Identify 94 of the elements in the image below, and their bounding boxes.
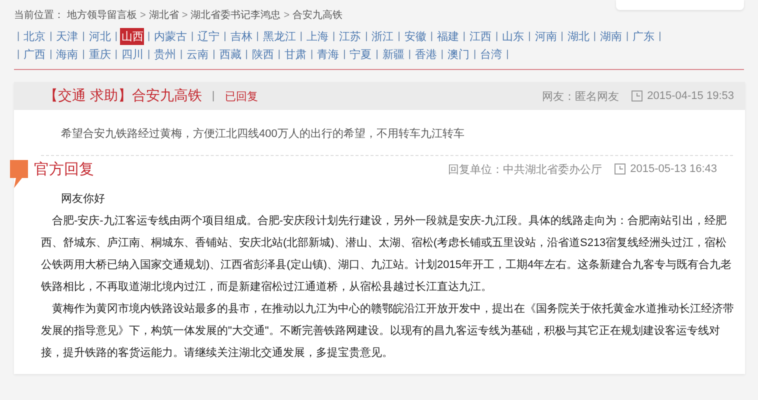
breadcrumb-separator: > [182,10,188,20]
nav-separator: | [212,48,216,60]
nav-separator: | [407,48,412,60]
nav-separator: | [179,48,184,60]
nav-separator: | [276,48,282,60]
title-separator: | [212,90,215,102]
region-tab[interactable]: 四川 [120,46,144,62]
region-tab[interactable]: 贵州 [153,46,178,62]
status-label: 已回复 [224,90,258,104]
region-tab[interactable]: 甘肃 [283,46,308,62]
search-field[interactable] [616,0,744,10]
nav-separator: | [146,30,152,42]
region-tab[interactable]: 吉林 [229,28,254,44]
region-tab[interactable]: 广东 [632,28,656,44]
reply-title: 官方回复 [34,160,94,178]
region-tab[interactable]: 河北 [88,28,112,44]
region-tab[interactable]: 宁夏 [348,46,373,62]
nav-separator: | [374,48,380,60]
region-tab[interactable]: 江苏 [338,28,362,44]
region-tab[interactable]: 福建 [436,28,460,44]
nav-separator: | [244,48,249,60]
reply-paragraph: 合肥-安庆-九江客运专线由两个项目组成。合肥-安庆段计划先行建设，另外一段就是安庆-九江段。具体的线路走向为：合肥南站引出，经肥西、舒城东、庐江南、桐城东、香铺站、安庆北站(北部新城)、潜山、太湖、宿松(考虑长铺或五里设站，沿省道S213宿复线经洲头过江，宿松公铁两用大桥已纳入国家交通规划)、江西省彭泽县(定山镇)、湖口、九江站。计划2015年开工，工期4年左右。这条新建合九客专与既有合九老铁路相比，不再取道湖北境内过江，而是新建宿松过江通道桥，从宿松县越过长江直达九江。 [41,214,733,295]
nav-separator: | [505,48,510,60]
region-tab[interactable]: 内蒙古 [153,28,188,44]
reply-time: 2015-05-13 16:43 [630,163,717,175]
region-tab[interactable]: 香港 [414,46,438,62]
nav-separator: | [309,48,314,60]
nav-separator: | [81,48,86,60]
nav-separator: | [146,48,152,60]
region-tab[interactable]: 西藏 [218,46,242,62]
region-tab[interactable]: 黑龙江 [262,28,297,44]
nav-separator: | [255,30,260,42]
breadcrumb-link[interactable]: 合安九高铁 [292,8,343,22]
nav-separator: | [48,30,54,42]
nav-separator: | [462,30,467,42]
question-text: 希望合安九铁路经过黄梅，方便江北四线400万人的出行的希望，不用转车九江转车 [60,126,466,142]
question-time: 2015-04-15 19:53 [647,90,734,102]
clock-icon [614,163,626,175]
region-tab[interactable]: 澳门 [446,46,471,62]
nav-separator: | [222,30,228,42]
region-tab[interactable]: 云南 [186,46,210,62]
nav-separator: | [190,30,195,42]
quote-icon [8,160,30,190]
nav-separator: | [16,48,21,60]
nav-separator: | [440,48,445,60]
breadcrumb-label: 当前位置： [14,8,64,22]
nav-separator: | [658,30,662,42]
breadcrumb-link[interactable]: 湖北省 [148,8,179,22]
nav-separator: | [48,48,54,60]
region-tab[interactable]: 广西 [22,46,47,62]
breadcrumb-separator: > [140,10,146,20]
nav-separator: | [429,30,434,42]
region-tab[interactable]: 山东 [501,28,526,44]
nav-separator: | [472,48,478,60]
region-tab[interactable]: 台湾 [479,46,504,62]
nav-separator: | [331,30,336,42]
nav-separator: | [592,30,597,42]
nav-separator: | [114,48,118,60]
nav-separator: | [342,48,347,60]
region-tab[interactable]: 上海 [305,28,330,44]
region-tab[interactable]: 青海 [316,46,340,62]
breadcrumb-link[interactable]: 湖北省委书记李鸿忠 [190,8,281,22]
region-tab[interactable]: 辽宁 [196,28,221,44]
region-tab[interactable]: 山西 [120,28,144,44]
nav-separator: | [494,30,500,42]
region-tab[interactable]: 北京 [22,28,47,44]
region-tab[interactable]: 浙江 [370,28,395,44]
reply-paragraph: 黄梅作为黄冈市境内铁路设站最多的县市，在推动以九江为中心的赣鄂皖沿江开放开发中，提出在《国务院关于依托黄金水道推动长江经济带发展的指导意见》下，构筑一体发展的"大交通"。不断完善铁路网建设。以现有的昌九客运专线为基础，积极与其它正在规划建设客运专线对接，提升铁路的客货运能力。请继续关注湖北交通发展，多提宝贵意见。 [41,302,735,361]
region-tab[interactable]: 陕西 [250,46,275,62]
region-tab[interactable]: 河南 [534,28,558,44]
breadcrumb-link[interactable]: 地方领导留言板 [67,8,137,22]
region-tab[interactable]: 天津 [55,28,80,44]
author-label: 网友：匿名网友 [542,90,620,104]
greeting-text: 网友你好 [60,192,106,207]
reply-unit: 回复单位：中共湖北省委办公厅 [448,162,602,176]
region-tab[interactable]: 新疆 [381,46,406,62]
region-tab[interactable]: 江西 [468,28,493,44]
nav-separator: | [16,30,21,42]
nav-separator: | [364,30,369,42]
nav-separator: | [298,30,304,42]
nav-separator: | [624,30,630,42]
question-title: 【交通 求助】合安九高铁 [44,87,202,105]
clock-icon [631,90,644,102]
nav-separator: | [396,30,402,42]
breadcrumb-separator: > [284,10,290,20]
region-tab[interactable]: 海南 [55,46,80,62]
region-tab[interactable]: 重庆 [88,46,112,62]
nav-separator: | [527,30,532,42]
nav-separator: | [81,30,86,42]
region-tab[interactable]: 湖南 [598,28,623,44]
region-tab[interactable]: 安徽 [403,28,428,44]
region-tab[interactable]: 湖北 [566,28,590,44]
nav-separator: | [114,30,118,42]
nav-separator: | [560,30,564,42]
